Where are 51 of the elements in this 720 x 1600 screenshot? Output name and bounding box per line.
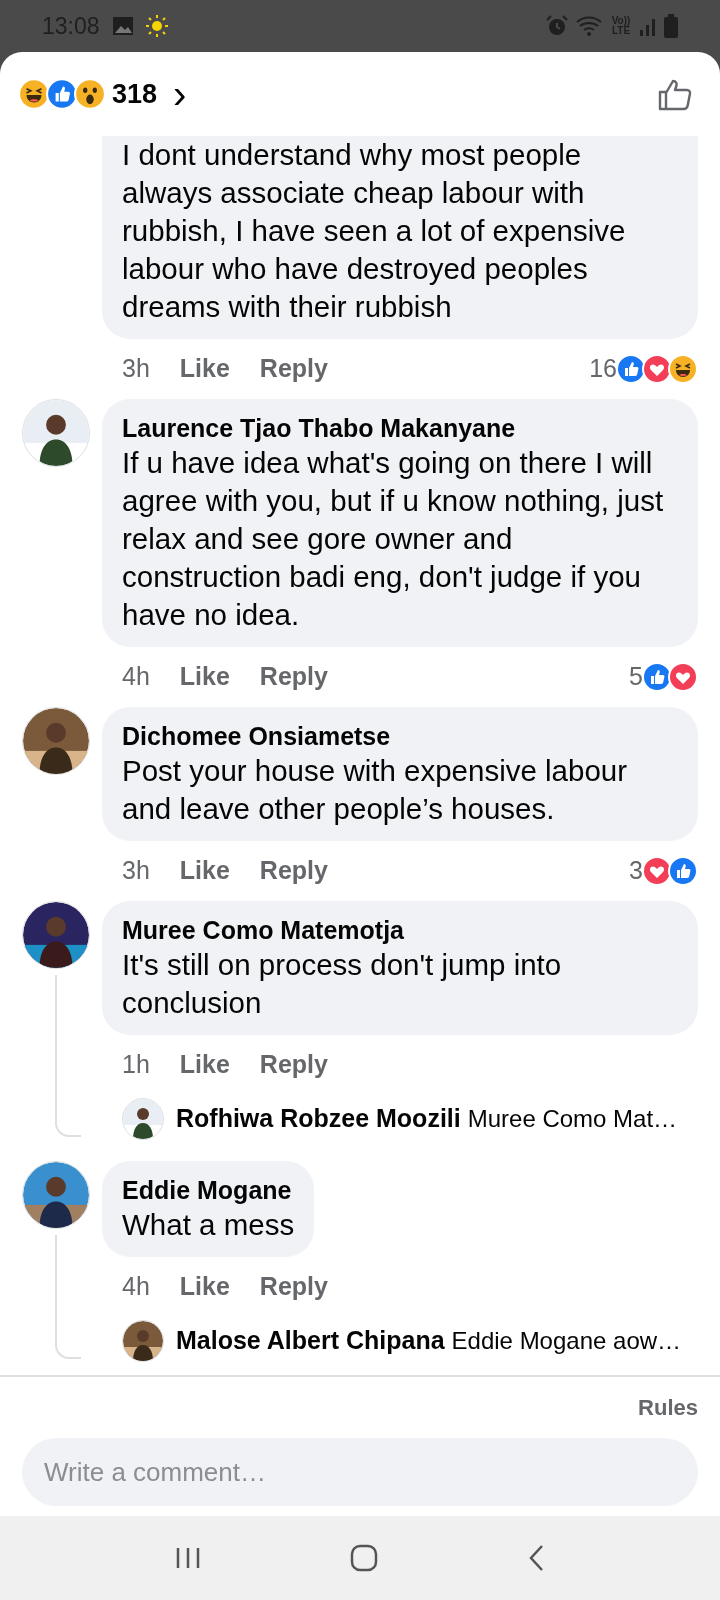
rules-link[interactable]: Rules bbox=[638, 1391, 698, 1424]
comment-text: I dont understand why most people always associate cheap labour with rubbish, I have seen a lot of expensive labour who have destroyed peoples dreams with their rubbish bbox=[122, 137, 627, 325]
thumbs-up-icon[interactable] bbox=[658, 77, 694, 111]
comment-input-field[interactable]: Write a comment… bbox=[22, 1438, 698, 1506]
recent-apps-icon[interactable] bbox=[174, 1546, 201, 1570]
sun-icon bbox=[145, 15, 168, 37]
chevron-right[interactable]: › bbox=[173, 74, 187, 114]
reply-link[interactable]: Reply bbox=[259, 1046, 328, 1084]
surprised-reaction-icon bbox=[74, 78, 106, 110]
comment-text: It's still on process don't jump into conclusion bbox=[122, 947, 563, 1021]
reply-preview[interactable]: Eddie Mogane aow… bbox=[451, 1323, 682, 1359]
signal-icon bbox=[640, 16, 656, 36]
commenter-name[interactable]: Laurence Tjao Thabo Makanyane bbox=[122, 412, 678, 444]
wifi-icon bbox=[576, 16, 602, 36]
reply-link[interactable]: Reply bbox=[259, 350, 328, 388]
reply-author[interactable]: Rofhiwa Robzee Moozili bbox=[176, 1100, 461, 1138]
like-reaction-icon bbox=[46, 78, 78, 110]
like-reaction-icon bbox=[668, 856, 698, 886]
like-link[interactable]: Like bbox=[179, 1268, 230, 1306]
reaction-count: 16 bbox=[589, 353, 617, 385]
home-icon[interactable] bbox=[350, 1544, 378, 1572]
comment-text: Post your house with expensive labour and leave other people’s houses. bbox=[122, 753, 629, 827]
comment-time: 4h bbox=[122, 661, 150, 693]
reply-link[interactable]: Reply bbox=[259, 658, 328, 696]
comment-time: 3h bbox=[122, 855, 150, 887]
laughing-reaction-icon bbox=[668, 354, 698, 384]
commenter-name[interactable]: Eddie Mogane bbox=[122, 1174, 295, 1206]
reaction-count: 3 bbox=[629, 855, 643, 887]
battery-icon bbox=[664, 14, 678, 38]
heart-reaction-icon bbox=[668, 662, 698, 692]
reply-preview[interactable]: Muree Como Mat… bbox=[467, 1101, 678, 1137]
commenter-name[interactable]: Dichomee Onsiametse bbox=[122, 720, 678, 752]
reply-link[interactable]: Reply bbox=[259, 852, 328, 890]
reaction-total[interactable]: 318 bbox=[112, 73, 158, 115]
alarm-icon bbox=[546, 15, 568, 37]
reaction-count: 5 bbox=[629, 661, 643, 693]
comment-text: If u have idea what's going on there I will agree with you, but if u know nothing, just relax and see gore owner and construction badi eng, don't judge if you have no idea. bbox=[122, 445, 665, 633]
comment-text: What a mess bbox=[122, 1207, 295, 1243]
commenter-name[interactable]: Muree Como Matemotja bbox=[122, 914, 678, 946]
reply-link[interactable]: Reply bbox=[259, 1268, 328, 1306]
back-icon[interactable] bbox=[527, 1544, 546, 1572]
reply-author[interactable]: Malose Albert Chipana bbox=[176, 1322, 445, 1360]
laughing-reaction-icon bbox=[18, 78, 50, 110]
image-icon bbox=[111, 16, 134, 36]
comment-time: 3h bbox=[122, 353, 150, 385]
like-link[interactable]: Like bbox=[179, 852, 230, 890]
like-link[interactable]: Like bbox=[179, 658, 230, 696]
comment-time: 4h bbox=[122, 1271, 150, 1303]
comment-time: 1h bbox=[122, 1049, 150, 1081]
like-link[interactable]: Like bbox=[179, 1046, 230, 1084]
like-link[interactable]: Like bbox=[179, 350, 230, 388]
